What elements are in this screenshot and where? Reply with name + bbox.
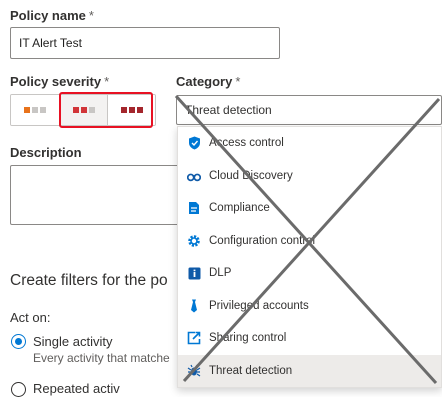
policy-name-label: Policy name * [10, 8, 94, 23]
category-selected-value: Threat detection [185, 103, 272, 117]
category-option-sharing-control[interactable]: Sharing control [178, 322, 441, 355]
tie-icon [187, 299, 201, 313]
category-option-access-control[interactable]: Access control [178, 127, 441, 160]
compliance-icon [187, 201, 201, 215]
single-activity-description: Every activity that matche [33, 351, 170, 365]
category-select[interactable]: Threat detection [176, 95, 442, 125]
category-option-cloud-discovery[interactable]: Cloud Discovery [178, 160, 441, 193]
category-option-threat-detection[interactable]: Threat detection [178, 354, 441, 387]
single-activity-label[interactable]: Single activity [33, 334, 112, 349]
category-option-privileged-accounts[interactable]: Privileged accounts [178, 290, 441, 323]
category-label: Category * [176, 74, 241, 89]
category-dropdown-list: Access control Cloud Discovery Complianc… [177, 126, 442, 388]
category-option-configuration-control[interactable]: Configuration control [178, 225, 441, 258]
gear-icon [187, 234, 201, 248]
repeated-activity-radio[interactable] [11, 382, 26, 397]
bug-icon [187, 364, 201, 378]
policy-name-input[interactable]: IT Alert Test [10, 27, 280, 59]
severity-highlight-annotation [59, 92, 153, 128]
description-textarea[interactable] [10, 165, 182, 225]
policy-severity-label: Policy severity * [10, 74, 110, 89]
category-option-compliance[interactable]: Compliance [178, 192, 441, 225]
severity-low-button[interactable] [11, 95, 59, 125]
category-option-dlp[interactable]: DLP [178, 257, 441, 290]
share-icon [187, 331, 201, 345]
filters-section-title: Create filters for the po [10, 272, 168, 289]
single-activity-radio[interactable] [11, 334, 26, 349]
binoculars-icon [187, 169, 201, 183]
act-on-label: Act on: [10, 310, 51, 325]
info-icon [187, 266, 201, 280]
description-label: Description [10, 145, 82, 160]
shield-icon [187, 136, 201, 150]
repeated-activity-label[interactable]: Repeated activ [33, 381, 120, 396]
